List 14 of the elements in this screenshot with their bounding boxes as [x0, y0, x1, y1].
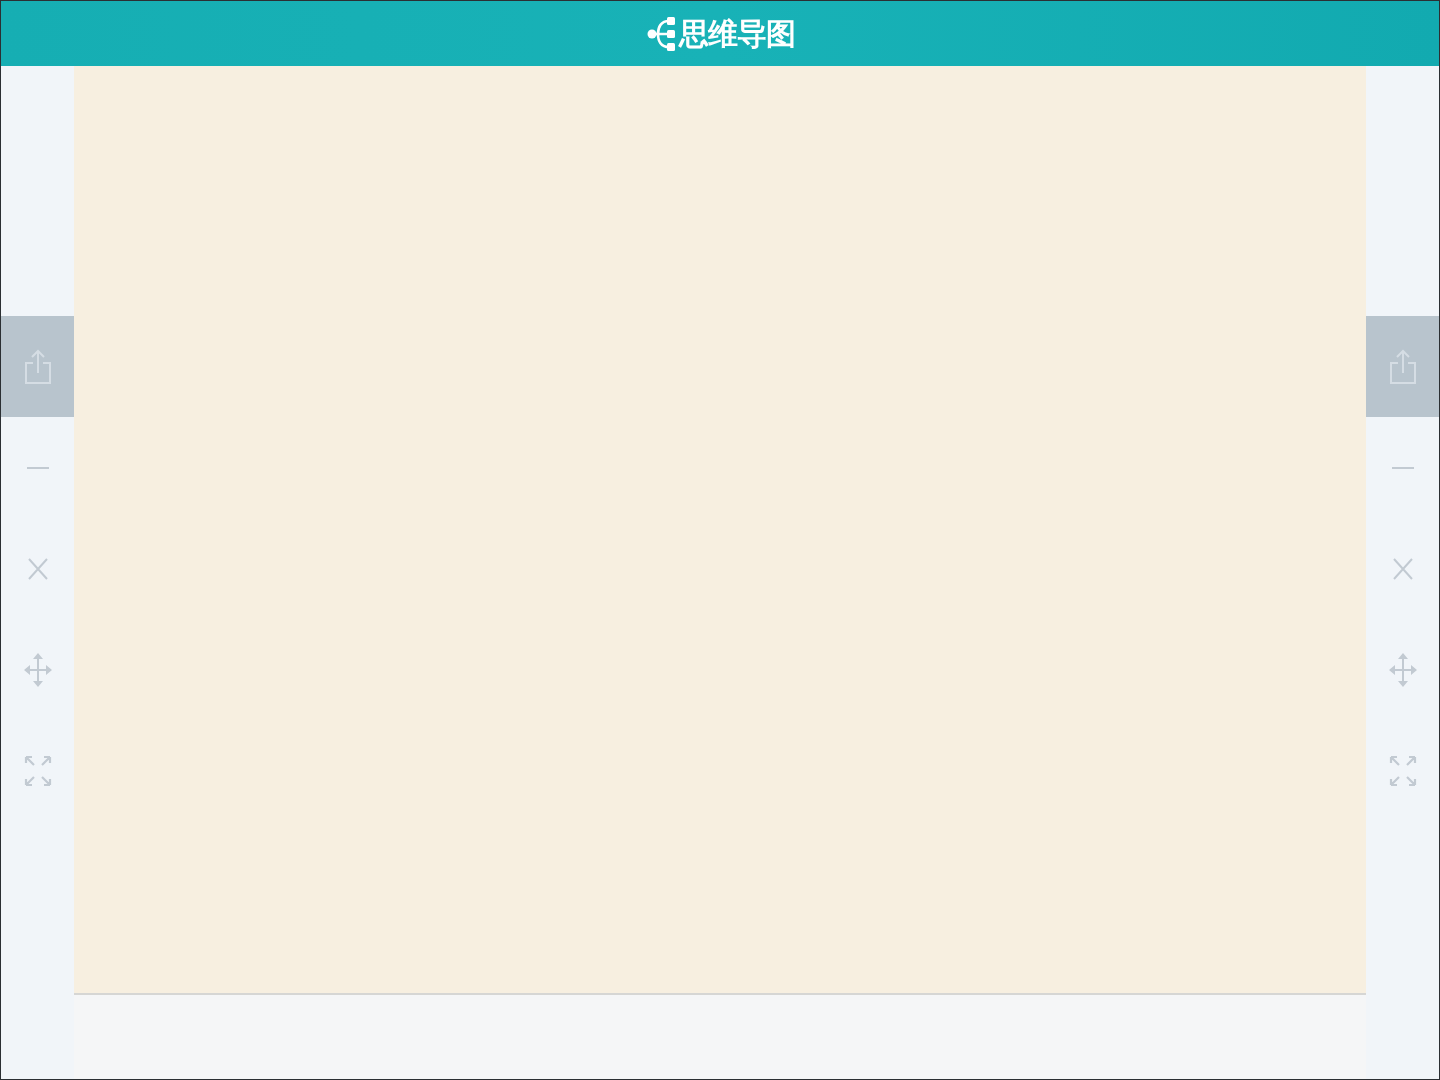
move-icon [1388, 652, 1417, 687]
share-button[interactable] [1, 316, 74, 417]
app-title: 思维导图 [679, 15, 795, 52]
close-icon [1392, 557, 1413, 580]
minus-icon [1391, 466, 1414, 469]
fullscreen-icon [23, 754, 52, 787]
mind-map-logo-icon [647, 15, 677, 52]
close-icon [27, 557, 48, 580]
fullscreen-icon [1388, 754, 1417, 787]
move-icon [23, 652, 52, 687]
minus-icon [26, 466, 49, 469]
share-icon [1388, 348, 1417, 385]
share-icon [23, 348, 52, 385]
share-button[interactable] [1366, 316, 1439, 417]
